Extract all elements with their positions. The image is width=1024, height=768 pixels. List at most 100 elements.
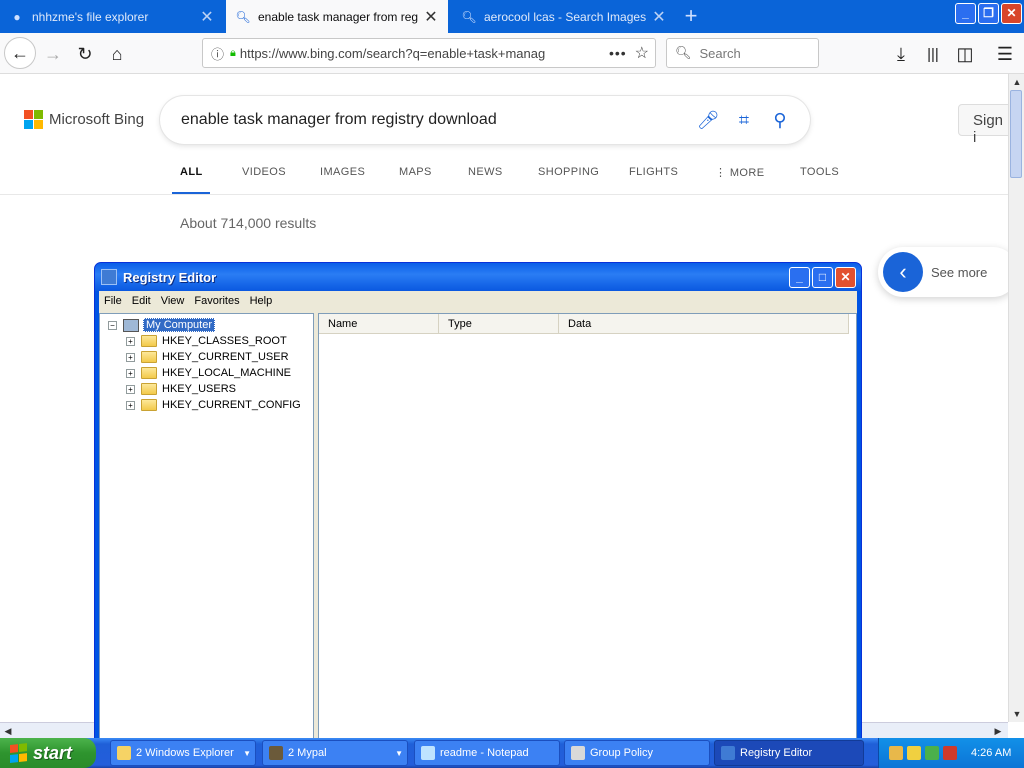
see-more-label: See more bbox=[931, 264, 988, 280]
tab-image-search[interactable]: 🔍︎ aerocool lcas - Search Images ✕ bbox=[452, 0, 676, 33]
microphone-icon[interactable]: 🎤︎ bbox=[694, 106, 722, 134]
taskbar-item-mypal[interactable]: 2 Mypal ▼ bbox=[262, 740, 408, 766]
see-more-button[interactable]: ‹ See more bbox=[878, 247, 1008, 297]
scroll-up-icon[interactable]: ▲ bbox=[1009, 74, 1024, 90]
tree-item[interactable]: + HKEY_CURRENT_USER bbox=[126, 349, 289, 365]
forward-icon[interactable]: → bbox=[38, 39, 68, 69]
menu-edit[interactable]: Edit bbox=[132, 295, 151, 307]
tab-bing-search[interactable]: 🔍︎ enable task manager from registry ✕ bbox=[226, 0, 448, 33]
back-icon[interactable]: ← bbox=[4, 37, 36, 69]
scroll-right-icon[interactable]: ▶ bbox=[990, 723, 1006, 739]
close-window-icon[interactable]: ✕ bbox=[1001, 3, 1022, 24]
taskbar-item-group-policy[interactable]: Group Policy bbox=[564, 740, 710, 766]
search-icon: 🔍︎ bbox=[235, 9, 251, 24]
taskbar-item-notepad[interactable]: readme - Notepad bbox=[414, 740, 560, 766]
visual-search-icon[interactable]: ⌗ bbox=[730, 106, 758, 134]
scope-more[interactable]: ⋮ MORE bbox=[715, 166, 800, 179]
minimize-icon[interactable]: _ bbox=[789, 267, 810, 288]
window-title-bar[interactable]: Registry Editor bbox=[95, 263, 861, 291]
column-header-name[interactable]: Name bbox=[319, 314, 439, 334]
tray-security-icon[interactable] bbox=[925, 746, 939, 760]
clock[interactable]: 4:26 AM bbox=[971, 747, 1011, 759]
taskbar-item-windows-explorer[interactable]: 2 Windows Explorer ▼ bbox=[110, 740, 256, 766]
reload-icon[interactable]: ↻ bbox=[70, 39, 100, 69]
menu-view[interactable]: View bbox=[161, 295, 185, 307]
key-tree-pane[interactable]: − My Computer + HKEY_CLASSES_ROOT + HKEY… bbox=[99, 313, 314, 743]
tree-root-label: My Computer bbox=[143, 318, 216, 332]
tray-alert-icon[interactable] bbox=[943, 746, 957, 760]
menu-help[interactable]: Help bbox=[250, 295, 273, 307]
menu-bar: File Edit View Favorites Help bbox=[99, 291, 857, 311]
start-button[interactable]: start bbox=[0, 738, 96, 768]
chevron-down-icon: ▼ bbox=[243, 748, 251, 758]
window-title: Registry Editor bbox=[123, 269, 217, 285]
column-header-type[interactable]: Type bbox=[439, 314, 559, 334]
tree-item[interactable]: + HKEY_CLASSES_ROOT bbox=[126, 333, 287, 349]
column-header-data[interactable]: Data bbox=[559, 314, 849, 334]
minimize-icon[interactable]: _ bbox=[955, 3, 976, 24]
scope-tools[interactable]: TOOLS bbox=[800, 166, 839, 179]
scope-videos[interactable]: VIDEOS bbox=[242, 166, 320, 179]
expand-icon[interactable]: + bbox=[126, 384, 135, 394]
bing-search-box[interactable]: enable task manager from registry downlo… bbox=[160, 96, 810, 144]
close-window-icon[interactable]: ✕ bbox=[835, 267, 856, 288]
info-icon[interactable]: ⓘ bbox=[211, 44, 224, 63]
taskbar-item-registry-editor[interactable]: Registry Editor bbox=[714, 740, 864, 766]
tab-file-explorer[interactable]: ● nhhzme's file explorer ✕ bbox=[0, 0, 224, 33]
scope-shopping[interactable]: SHOPPING bbox=[538, 166, 629, 179]
download-icon[interactable]: ⤓ bbox=[886, 39, 916, 69]
tree-root[interactable]: − My Computer bbox=[108, 317, 216, 333]
new-tab-icon[interactable]: + bbox=[680, 3, 702, 29]
close-tab-icon[interactable]: ✕ bbox=[200, 7, 214, 27]
microsoft-logo-icon bbox=[24, 110, 43, 129]
tree-item-label: HKEY_CURRENT_USER bbox=[162, 351, 289, 363]
expand-icon[interactable]: + bbox=[126, 400, 135, 410]
taskbar-item-label: Registry Editor bbox=[740, 747, 813, 759]
folder-icon bbox=[141, 383, 157, 395]
scope-more-label: MORE bbox=[729, 167, 765, 179]
window-body: File Edit View Favorites Help − My Compu… bbox=[99, 291, 857, 743]
bing-logo-text: Microsoft Bing bbox=[49, 111, 145, 128]
bing-search-query[interactable]: enable task manager from registry downlo… bbox=[181, 111, 694, 129]
library-icon[interactable]: ||| bbox=[918, 39, 948, 69]
scroll-left-icon[interactable]: ◀ bbox=[0, 723, 16, 739]
folder-icon bbox=[117, 746, 131, 760]
expand-icon[interactable]: + bbox=[126, 368, 135, 378]
maximize-icon[interactable]: ❐ bbox=[978, 3, 999, 24]
search-scopes: ALL VIDEOS IMAGES MAPS NEWS SHOPPING FLI… bbox=[180, 166, 839, 179]
bing-logo[interactable]: Microsoft Bing bbox=[24, 110, 144, 129]
url-bar[interactable]: ⓘ 🔒︎ https://www.bing.com/search?q=enabl… bbox=[202, 38, 656, 68]
home-icon[interactable]: ⌂ bbox=[102, 39, 132, 69]
close-tab-icon[interactable]: ✕ bbox=[652, 7, 666, 27]
regedit-icon bbox=[101, 269, 117, 285]
registry-editor-window: Registry Editor _ □ ✕ File Edit View Fav… bbox=[94, 262, 862, 743]
menu-file[interactable]: File bbox=[104, 295, 122, 307]
tree-item-label: HKEY_CLASSES_ROOT bbox=[162, 335, 287, 347]
collapse-icon[interactable]: − bbox=[108, 320, 117, 330]
browser-search-box[interactable]: 🔍︎ Search bbox=[666, 38, 819, 68]
vertical-scroll-thumb[interactable] bbox=[1010, 90, 1022, 178]
bookmark-star-icon[interactable]: ☆ bbox=[635, 43, 649, 63]
values-list-pane[interactable]: Name Type Data bbox=[318, 313, 857, 743]
sidebar-icon[interactable]: ◫ bbox=[950, 39, 980, 69]
scope-news[interactable]: NEWS bbox=[468, 166, 538, 179]
tree-item[interactable]: + HKEY_USERS bbox=[126, 381, 236, 397]
expand-icon[interactable]: + bbox=[126, 352, 135, 362]
tree-item[interactable]: + HKEY_LOCAL_MACHINE bbox=[126, 365, 291, 381]
page-actions-icon[interactable]: ••• bbox=[609, 45, 627, 61]
scope-flights[interactable]: FLIGHTS bbox=[629, 166, 715, 179]
tray-network-icon[interactable] bbox=[889, 746, 903, 760]
maximize-icon[interactable]: □ bbox=[812, 267, 833, 288]
sign-in-button[interactable]: Sign i bbox=[958, 104, 1008, 146]
expand-icon[interactable]: + bbox=[126, 336, 135, 346]
tray-shield-icon[interactable] bbox=[907, 746, 921, 760]
scroll-down-icon[interactable]: ▼ bbox=[1009, 706, 1024, 722]
close-tab-icon[interactable]: ✕ bbox=[424, 7, 438, 27]
search-icon[interactable]: ⚲ bbox=[766, 106, 794, 134]
scope-maps[interactable]: MAPS bbox=[399, 166, 468, 179]
menu-icon[interactable]: ☰ bbox=[990, 39, 1020, 69]
scope-all[interactable]: ALL bbox=[180, 166, 242, 179]
scope-images[interactable]: IMAGES bbox=[320, 166, 399, 179]
tree-item[interactable]: + HKEY_CURRENT_CONFIG bbox=[126, 397, 301, 413]
menu-favorites[interactable]: Favorites bbox=[194, 295, 239, 307]
